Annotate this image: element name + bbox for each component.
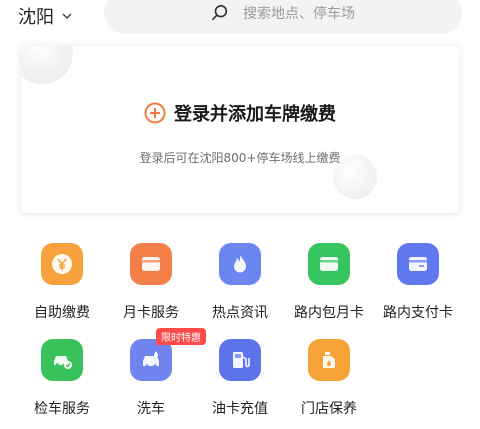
flame-icon	[234, 255, 246, 273]
service-icon-tile	[308, 243, 350, 285]
fuel-pump-icon	[233, 352, 250, 368]
service-icon-tile	[219, 243, 261, 285]
service-label: 月卡服务	[123, 305, 179, 321]
service-icon-tile	[219, 339, 261, 381]
service-street-payment-card[interactable]: 路内支付卡	[373, 243, 463, 322]
service-label: 洗车	[137, 401, 165, 417]
payment-card-icon	[409, 257, 427, 271]
service-icon-tile	[308, 339, 350, 381]
service-monthly-card[interactable]: 月卡服务	[106, 243, 196, 322]
service-store-maintenance[interactable]: 门店保养	[284, 339, 374, 418]
decorative-circle	[21, 46, 73, 84]
service-hot-news[interactable]: 热点资讯	[195, 243, 285, 322]
oil-can-icon	[323, 352, 335, 368]
login-card-title: 登录并添加车牌缴费	[174, 104, 336, 125]
search-placeholder: 搜索地点、停车场	[243, 6, 355, 22]
yen-icon	[52, 254, 72, 274]
wallet-icon	[320, 257, 338, 271]
search-bar[interactable]: 搜索地点、停车场	[104, 0, 462, 34]
plus-circle-icon	[144, 102, 166, 124]
service-icon-tile	[130, 243, 172, 285]
service-icon-tile	[41, 339, 83, 381]
service-fuel-card-topup[interactable]: 油卡充值	[195, 339, 285, 418]
service-label: 油卡充值	[212, 401, 268, 417]
service-label: 检车服务	[34, 401, 90, 417]
login-card: 登录并添加车牌缴费 登录后可在沈阳800+停车场线上缴费	[21, 46, 459, 213]
service-icon-tile	[41, 243, 83, 285]
city-selector[interactable]: 沈阳	[18, 3, 72, 29]
car-check-icon	[54, 356, 72, 369]
service-label: 热点资讯	[212, 305, 268, 321]
service-street-monthly-card[interactable]: 路内包月卡	[284, 243, 374, 322]
service-vehicle-inspection[interactable]: 检车服务	[17, 339, 107, 418]
top-bar: 沈阳 搜索地点、停车场	[0, 0, 480, 40]
service-car-wash[interactable]: 限时特惠 洗车	[106, 328, 206, 418]
card-icon	[142, 257, 160, 271]
service-label: 路内支付卡	[383, 305, 453, 321]
service-icon-tile	[397, 243, 439, 285]
service-label: 自助缴费	[34, 305, 90, 321]
service-icon-tile	[130, 339, 172, 381]
city-name: 沈阳	[18, 7, 54, 28]
chevron-down-icon	[62, 13, 72, 20]
car-wash-icon	[143, 351, 159, 368]
login-add-plate-button[interactable]: 登录并添加车牌缴费	[21, 100, 459, 126]
search-icon	[211, 4, 228, 21]
service-grid: 自助缴费 月卡服务 热点资讯 路内包月卡 路内支付卡 检车服务 限时特惠 洗车 …	[0, 243, 480, 429]
service-self-pay[interactable]: 自助缴费	[17, 243, 107, 322]
service-label: 路内包月卡	[294, 305, 364, 321]
service-label: 门店保养	[301, 401, 357, 417]
login-card-subtitle: 登录后可在沈阳800+停车场线上缴费	[139, 151, 341, 165]
